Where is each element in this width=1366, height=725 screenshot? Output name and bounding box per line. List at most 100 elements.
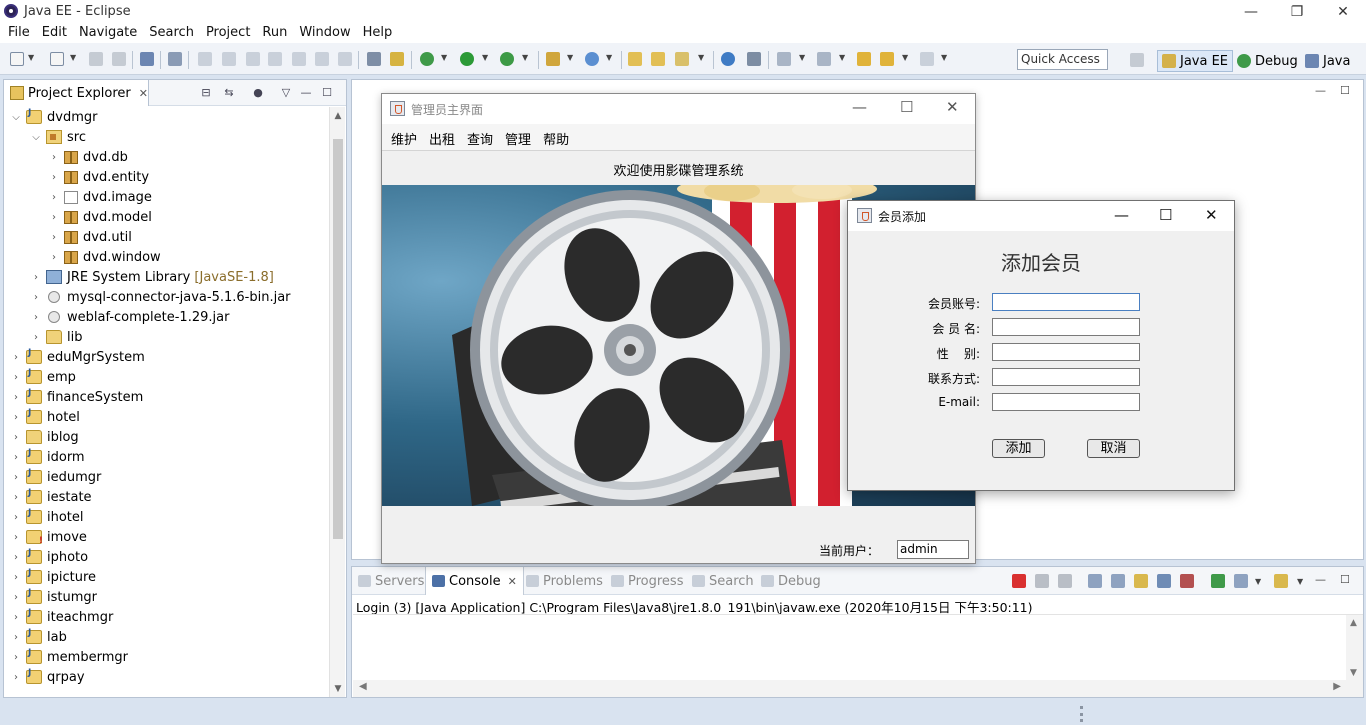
member-account-input[interactable]: [992, 293, 1140, 311]
perspective-debug[interactable]: Debug: [1233, 50, 1302, 72]
menu-edit[interactable]: Edit: [36, 23, 73, 43]
minimize-view-icon[interactable]: —: [1315, 84, 1326, 97]
chevron-right-icon[interactable]: ›: [10, 512, 22, 523]
tree-item-lib[interactable]: › lib: [30, 327, 82, 347]
run-icon[interactable]: [460, 52, 474, 66]
chevron-right-icon[interactable]: ›: [10, 472, 22, 483]
maximize-view-icon[interactable]: ☐: [1340, 84, 1350, 97]
back-icon[interactable]: [880, 52, 894, 66]
new-class-dropdown-icon[interactable]: ▼: [606, 53, 612, 62]
tree-item-project[interactable]: ›iestate: [10, 487, 92, 507]
tree-item-package[interactable]: › dvd.model: [48, 207, 152, 227]
email-input[interactable]: [992, 393, 1140, 411]
chevron-right-icon[interactable]: ›: [10, 612, 22, 623]
perspective-java[interactable]: Java: [1301, 50, 1354, 72]
minimize-icon[interactable]: —: [852, 98, 867, 116]
collapse-all-icon[interactable]: ⊟: [199, 86, 213, 99]
new-server-dropdown-icon[interactable]: ▼: [70, 53, 76, 62]
chevron-right-icon[interactable]: ›: [30, 272, 42, 283]
display-console-dropdown-icon[interactable]: ▼: [1255, 577, 1261, 586]
scroll-left-icon[interactable]: ◀: [359, 681, 367, 692]
tree-item-project[interactable]: ›financeSystem: [10, 387, 143, 407]
expanded-chevron-icon[interactable]: ⌵: [30, 132, 42, 143]
scroll-down-icon[interactable]: ▼: [330, 684, 346, 694]
menu-file[interactable]: File: [2, 23, 36, 43]
quick-access-input[interactable]: Quick Access: [1017, 49, 1108, 70]
tab-project-explorer[interactable]: Project Explorer ✕: [4, 80, 149, 106]
open-type-icon[interactable]: [628, 52, 642, 66]
restore-icon[interactable]: ❐: [1274, 0, 1320, 23]
close-icon[interactable]: ✕: [1205, 206, 1218, 224]
show-on-stdout-icon[interactable]: [1157, 574, 1171, 588]
previous-annotation-dropdown-icon[interactable]: ▼: [839, 53, 845, 62]
tab-search[interactable]: Search: [692, 567, 754, 595]
tree-item-dvdmgr[interactable]: ⌵dvdmgr: [10, 107, 97, 127]
coverage-icon[interactable]: [500, 52, 514, 66]
chevron-right-icon[interactable]: ›: [10, 452, 22, 463]
tree-item-project[interactable]: ›iedumgr: [10, 467, 101, 487]
tree-item-project[interactable]: ›iteachmgr: [10, 607, 113, 627]
suspend-icon[interactable]: [222, 52, 236, 66]
tree-item-project[interactable]: › iblog: [10, 427, 79, 447]
new-dropdown-icon[interactable]: ▼: [28, 53, 34, 62]
chevron-right-icon[interactable]: ›: [10, 492, 22, 503]
menu-query[interactable]: 查询: [461, 124, 499, 150]
tree-item-project[interactable]: ›ipicture: [10, 567, 96, 587]
clear-console-icon[interactable]: [1088, 574, 1102, 588]
contact-input[interactable]: [992, 368, 1140, 386]
chevron-right-icon[interactable]: ›: [48, 192, 60, 203]
chevron-right-icon[interactable]: ›: [10, 532, 22, 543]
chevron-right-icon[interactable]: ›: [48, 232, 60, 243]
tree-item-project[interactable]: ›ihotel: [10, 507, 84, 527]
chevron-right-icon[interactable]: ›: [10, 632, 22, 643]
deploy-icon[interactable]: [390, 52, 404, 66]
pin-console-icon[interactable]: [1211, 574, 1225, 588]
close-icon[interactable]: ✕: [139, 87, 148, 100]
explorer-scrollbar[interactable]: ▲ ▼: [329, 107, 345, 697]
tree-item-jar[interactable]: › mysql-connector-java-5.1.6-bin.jar: [30, 287, 291, 307]
close-icon[interactable]: ✕: [946, 98, 959, 116]
remove-all-launches-icon[interactable]: [1058, 574, 1072, 588]
chevron-right-icon[interactable]: ›: [10, 392, 22, 403]
chevron-right-icon[interactable]: ›: [10, 372, 22, 383]
word-wrap-icon[interactable]: [1134, 574, 1148, 588]
tree-item-project[interactable]: ›qrpay: [10, 667, 85, 687]
tree-item-package[interactable]: › dvd.image: [48, 187, 152, 207]
terminate-icon[interactable]: [246, 52, 260, 66]
console-output[interactable]: ▲ ▼ ◀ ▶: [353, 614, 1363, 697]
scroll-lock-icon[interactable]: [1111, 574, 1125, 588]
remove-launch-icon[interactable]: [1035, 574, 1049, 588]
previous-annotation-icon[interactable]: [817, 52, 831, 66]
menu-help[interactable]: Help: [357, 23, 399, 43]
new-class-icon[interactable]: [585, 52, 599, 66]
menu-manage[interactable]: 管理: [499, 124, 537, 150]
show-on-stderr-icon[interactable]: [1180, 574, 1194, 588]
new-java-project-icon[interactable]: [546, 52, 560, 66]
step-over-icon[interactable]: [315, 52, 329, 66]
scroll-right-icon[interactable]: ▶: [1333, 681, 1341, 692]
view-menu-icon[interactable]: ▽: [279, 86, 293, 99]
new-icon[interactable]: [10, 52, 24, 66]
terminate-icon[interactable]: [1012, 574, 1026, 588]
tree-item-package[interactable]: › dvd.entity: [48, 167, 149, 187]
tab-progress[interactable]: Progress: [611, 567, 683, 595]
tree-item-project[interactable]: ›emp: [10, 367, 76, 387]
menu-project[interactable]: Project: [200, 23, 256, 43]
next-annotation-icon[interactable]: [777, 52, 791, 66]
maximize-icon[interactable]: ☐: [1159, 206, 1172, 224]
tree-item-package[interactable]: › dvd.db: [48, 147, 128, 167]
tree-item-package[interactable]: › dvd.window: [48, 247, 161, 267]
scroll-down-icon[interactable]: ▼: [1350, 668, 1357, 678]
forward-dropdown-icon[interactable]: ▼: [941, 53, 947, 62]
filters-icon[interactable]: ●: [251, 86, 265, 99]
chevron-right-icon[interactable]: ›: [10, 652, 22, 663]
skip-breakpoints-icon[interactable]: [168, 52, 182, 66]
maximize-view-icon[interactable]: ☐: [320, 86, 334, 99]
open-perspective-icon[interactable]: [1130, 53, 1144, 67]
chevron-right-icon[interactable]: ›: [30, 312, 42, 323]
tree-item-jar[interactable]: › weblaf-complete-1.29.jar: [30, 307, 229, 327]
open-console-icon[interactable]: [1274, 574, 1288, 588]
member-name-input[interactable]: [992, 318, 1140, 336]
menu-navigate[interactable]: Navigate: [73, 23, 143, 43]
menu-help[interactable]: 帮助: [537, 124, 575, 150]
